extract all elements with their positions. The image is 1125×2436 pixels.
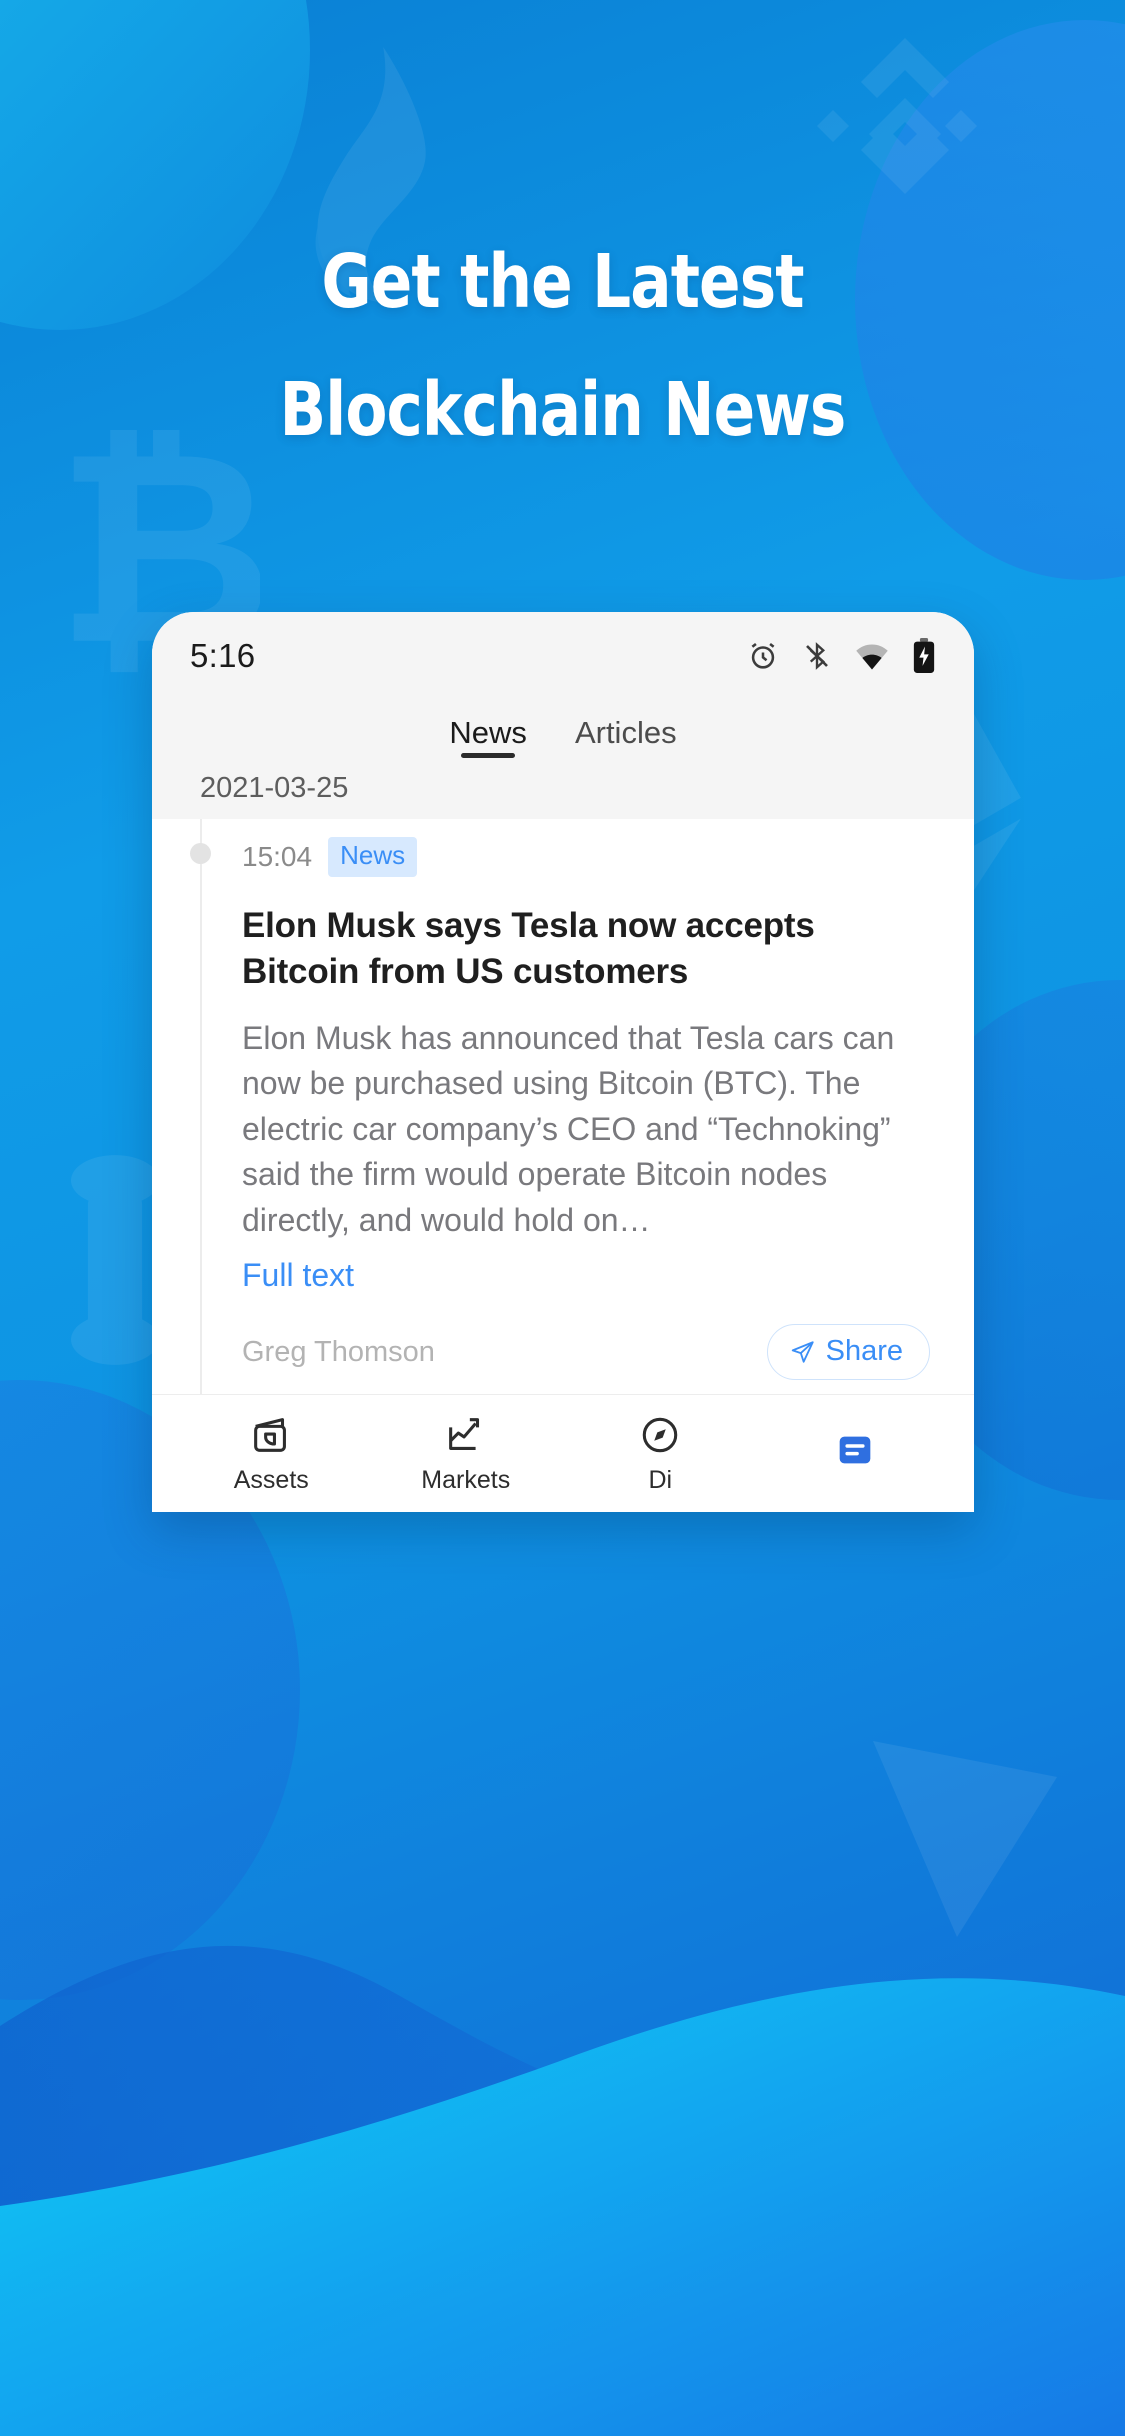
hero-headline-line-2: Blockchain News xyxy=(279,367,847,453)
status-bar-icons xyxy=(746,638,936,674)
news-item-summary: Elon Musk has announced that Tesla cars … xyxy=(242,1019,895,1238)
nav-item-markets[interactable]: Markets xyxy=(369,1412,564,1495)
share-button[interactable]: Share xyxy=(766,1324,930,1381)
compass-icon xyxy=(643,1417,678,1453)
tab-news[interactable]: News xyxy=(449,717,527,758)
bottom-navigation: Assets Markets Di xyxy=(152,1394,974,1512)
hero-headline-line-1: Get the Latest xyxy=(321,239,804,325)
paper-plane-icon xyxy=(791,1341,814,1363)
nav-item-news[interactable] xyxy=(758,1427,953,1481)
wallet-icon xyxy=(254,1418,287,1452)
nav-item-label: Assets xyxy=(233,1466,309,1494)
hero-headline: Get the Latest Blockchain News xyxy=(45,218,1080,474)
timeline-dot-icon xyxy=(190,843,211,864)
bottom-wave-decoration xyxy=(0,1876,1125,2436)
news-item-time: 15:04 xyxy=(242,840,313,872)
feed-date-header: 2021-03-25 xyxy=(152,766,974,819)
news-icon xyxy=(839,1436,871,1463)
bluetooth-off-icon xyxy=(806,642,828,670)
news-item-meta: 15:04 News xyxy=(242,837,930,877)
nav-item-assets[interactable]: Assets xyxy=(174,1412,369,1495)
status-badge: News xyxy=(328,837,418,877)
news-item-title[interactable]: Elon Musk says Tesla now accepts Bitcoin… xyxy=(242,903,930,996)
chart-icon xyxy=(448,1418,479,1450)
share-button-label: Share xyxy=(825,1335,903,1368)
nav-item-label: Di xyxy=(648,1466,673,1494)
full-text-link[interactable]: Full text xyxy=(242,1257,354,1294)
nav-item-label: Markets xyxy=(421,1466,511,1494)
alarm-clock-icon xyxy=(751,642,775,669)
nav-item-discover[interactable]: Di xyxy=(563,1412,758,1495)
list-item[interactable]: 15:04 News Elon Musk says Tesla now acce… xyxy=(190,819,974,1414)
phone-mockup: 5:16 News Articles 2021-03-25 15:04 News… xyxy=(152,612,974,1512)
battery-charging-icon xyxy=(913,638,935,674)
tab-articles[interactable]: Articles xyxy=(575,717,677,758)
status-bar: 5:16 xyxy=(152,612,974,690)
content-tabs: News Articles xyxy=(152,690,974,766)
wifi-icon xyxy=(856,644,888,670)
status-bar-clock: 5:16 xyxy=(190,637,256,674)
news-item-author: Greg Thomson xyxy=(242,1335,435,1368)
